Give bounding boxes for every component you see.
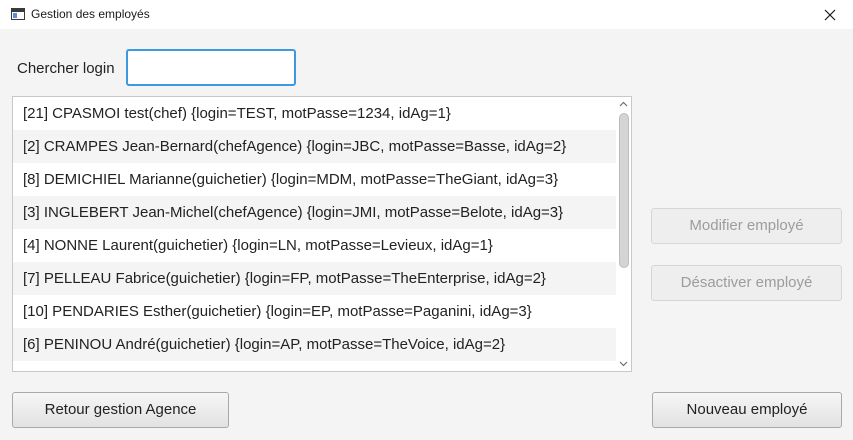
list-item[interactable]: [4] NONNE Laurent(guichetier) {login=LN,… xyxy=(13,229,617,262)
list-item[interactable]: [10] PENDARIES Esther(guichetier) {login… xyxy=(13,295,617,328)
modify-employee-button[interactable]: Modifier employé xyxy=(651,208,842,244)
new-employee-button[interactable]: Nouveau employé xyxy=(652,392,842,428)
list-item[interactable]: [21] CPASMOI test(chef) {login=TEST, mot… xyxy=(13,97,617,130)
deactivate-employee-button[interactable]: Désactiver employé xyxy=(651,265,842,301)
list-item[interactable]: [3] INGLEBERT Jean-Michel(chefAgence) {l… xyxy=(13,196,617,229)
close-icon xyxy=(824,9,836,20)
list-item[interactable]: [2] CRAMPES Jean-Bernard(chefAgence) {lo… xyxy=(13,130,617,163)
scroll-up-button[interactable] xyxy=(616,97,631,111)
close-button[interactable] xyxy=(807,0,853,29)
chevron-up-icon xyxy=(619,101,628,107)
scroll-down-button[interactable] xyxy=(616,357,631,371)
list-item[interactable]: [8] DEMICHIEL Marianne(guichetier) {logi… xyxy=(13,163,617,196)
title-bar: Gestion des employés xyxy=(0,0,853,29)
list-item[interactable] xyxy=(13,361,617,371)
vertical-scrollbar[interactable] xyxy=(616,97,631,371)
search-login-input[interactable] xyxy=(126,49,296,86)
list-item[interactable]: [7] PELLEAU Fabrice(guichetier) {login=F… xyxy=(13,262,617,295)
window-content: Chercher login [21] CPASMOI test(chef) {… xyxy=(0,29,853,440)
list-item[interactable]: [6] PENINOU André(guichetier) {login=AP,… xyxy=(13,328,617,361)
window-title: Gestion des employés xyxy=(31,7,150,21)
scroll-thumb[interactable] xyxy=(619,113,629,268)
back-agency-button[interactable]: Retour gestion Agence xyxy=(12,392,229,428)
app-window-icon xyxy=(11,8,25,20)
search-label: Chercher login xyxy=(17,60,115,77)
employee-list[interactable]: [21] CPASMOI test(chef) {login=TEST, mot… xyxy=(12,96,632,372)
chevron-down-icon xyxy=(619,361,628,367)
